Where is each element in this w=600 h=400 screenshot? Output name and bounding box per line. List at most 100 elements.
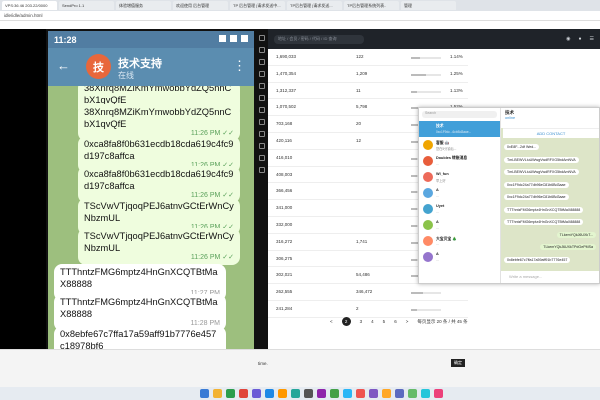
bell-icon[interactable]: ◉ — [566, 36, 570, 42]
chat-name: A — [436, 252, 439, 256]
wifi-icon — [230, 35, 237, 42]
chat-pane-message[interactable]: TTThntzFMG6mptz4HnGnXCQTBtMaX88888 — [504, 219, 584, 225]
taskbar-app-icon[interactable] — [291, 389, 300, 398]
chat-list-item[interactable]: A... — [419, 217, 500, 233]
taskbar-app-icon[interactable] — [421, 389, 430, 398]
admin-header: 地址 / 会员 / 密码 / 代码 / ID 查询 ◉ ● ☰ — [268, 29, 600, 49]
chat-pane-message[interactable]: TmLBEWVLiuUWwgVwdRFXG5bdAmNVA — [504, 169, 579, 175]
chat-pane-message[interactable]: TTThntzFMG6mptz4HnGnXCQTBtMaX88888 — [504, 206, 584, 213]
taskbar-app-icon[interactable] — [304, 389, 313, 398]
sidebar-icon[interactable] — [259, 119, 265, 125]
confirm-button[interactable]: 确定 — [451, 359, 465, 367]
sidebar-icon[interactable] — [259, 155, 265, 161]
sidebar-icon[interactable] — [259, 95, 265, 101]
chat-avatar — [423, 252, 433, 262]
chat-list-item[interactable]: A... — [419, 185, 500, 201]
chat-list-item[interactable]: Doubles 转账消息... — [419, 153, 500, 169]
chat-pane-input[interactable]: Write a message... — [501, 271, 599, 283]
chat-avatar — [423, 204, 433, 214]
pager-page[interactable]: 5 — [383, 319, 386, 324]
sidebar-icon[interactable] — [259, 59, 265, 65]
telegram-desktop-window: Search 技术 0xc1F9dc...6cbBd3aae... 客服 🤖 您在5分… — [418, 107, 600, 284]
chat-list-item[interactable]: 大宝贝宝 🎄... — [419, 233, 500, 249]
chat-pane-message[interactable]: 0xc1F9dc24a77db96eC81b6Bd3aae — [504, 194, 569, 200]
taskbar-app-icon[interactable] — [200, 389, 209, 398]
browser-tab[interactable]: TP后台管理 |请求发送... — [287, 1, 342, 10]
admin-search-input[interactable]: 地址 / 会员 / 密码 / 代码 / ID 查询 — [274, 34, 364, 44]
chat-header: ← 技 技术支持 在线 ⋮ — [48, 48, 254, 86]
row-progress — [411, 292, 441, 295]
pager-current[interactable]: 2 — [341, 317, 351, 326]
add-contact-button[interactable]: ADD CONTACT — [503, 128, 599, 138]
row-rate: 1.14% — [450, 54, 463, 59]
sidebar-icon[interactable] — [259, 47, 265, 53]
avatar[interactable]: 技 — [86, 54, 111, 79]
pager-next[interactable]: > — [406, 319, 409, 324]
sidebar-icon[interactable] — [259, 131, 265, 137]
chat-name: Wl_fun — [436, 172, 449, 176]
chat-pane-message[interactable]: 0xE8F...2df Wed... — [504, 144, 540, 150]
taskbar-app-icon[interactable] — [252, 389, 261, 398]
browser-tab[interactable]: TP后台管理系统列表.. — [344, 1, 399, 10]
taskbar-app-icon[interactable] — [226, 389, 235, 398]
sidebar-icon[interactable] — [259, 107, 265, 113]
pager-prev[interactable]: < — [330, 319, 333, 324]
message-list: 38Xnrq8MZiKmYmwobbYdZQ5nnCbX1qvQfE11:25 … — [48, 86, 254, 386]
pager-page[interactable]: 6 — [394, 319, 397, 324]
chat-pane-message[interactable]: TmLBEWVLiuUWwgVwdRFXG5bdAmNVA — [504, 156, 579, 163]
sidebar-icon[interactable] — [259, 143, 265, 149]
chat-list-item[interactable]: Wl_fun 早上好 — [419, 169, 500, 185]
sidebar-icon[interactable] — [259, 167, 265, 173]
chat-title[interactable]: 技术支持 — [118, 55, 162, 71]
chat-name: Doubles 转账消息 — [436, 156, 468, 160]
row-progress-fill — [411, 90, 417, 93]
chat-list-item[interactable]: Uyet... — [419, 201, 500, 217]
taskbar-app-icon[interactable] — [265, 389, 274, 398]
pager-page[interactable]: 4 — [371, 319, 374, 324]
user-icon[interactable]: ● — [578, 36, 581, 42]
taskbar-app-icon[interactable] — [382, 389, 391, 398]
chat-pane-message[interactable]: 0x8ebfe67c7ffa17a59aff91b7776e457 — [504, 256, 571, 263]
taskbar-app-icon[interactable] — [395, 389, 404, 398]
browser-tab[interactable]: 体验增值服务 — [116, 1, 171, 10]
address-bar[interactable]: idle/idle/admin.html — [0, 11, 600, 21]
taskbar-app-icon[interactable] — [408, 389, 417, 398]
sidebar-icon[interactable] — [259, 71, 265, 77]
chat-list-item[interactable]: A... — [419, 249, 500, 265]
taskbar-app-icon[interactable] — [213, 389, 222, 398]
chat-pane-message[interactable]: TLkemYQkJ6UXkTPdGePMSa — [540, 244, 596, 250]
chat-avatar — [423, 172, 433, 182]
pager-page[interactable]: 3 — [360, 319, 363, 324]
taskbar-app-icon[interactable] — [317, 389, 326, 398]
chat-pane-message[interactable]: 0xc1F9dc24a77db96eC81b6Bd3aae — [504, 181, 569, 188]
taskbar-app-icon[interactable] — [434, 389, 443, 398]
message-bubble[interactable]: TScVwVTjqoqPEJ6atnvGCtErWnCyNbzmUL11:26 … — [78, 228, 240, 265]
row-progress — [411, 57, 441, 59]
sidebar-icon[interactable] — [259, 83, 265, 89]
row-count: 1,741 — [356, 238, 368, 244]
browser-tab[interactable]: VPS:36 46 203.22/0000 — [2, 1, 57, 10]
taskbar-app-icon[interactable] — [369, 389, 378, 398]
row-amount: 408,003 — [276, 171, 293, 177]
status-icons — [219, 35, 248, 42]
back-arrow-icon[interactable]: ← — [57, 58, 70, 73]
chat-list-item[interactable]: 客服 🤖 您在5分钟后... — [419, 137, 500, 153]
chat-avatar — [423, 140, 433, 150]
more-menu-icon[interactable]: ⋮ — [233, 58, 246, 74]
taskbar-app-icon[interactable] — [343, 389, 352, 398]
chat-list-item[interactable]: 技术 0xc1F9dc...6cbBd3aae... — [419, 121, 500, 137]
browser-tab[interactable]: TP 后台管理 |请求发送中... — [230, 1, 285, 10]
row-amount: 302,021 — [276, 272, 293, 278]
chat-search-input[interactable]: Search — [422, 111, 497, 118]
browser-tab[interactable]: 管理 — [401, 1, 456, 10]
taskbar-app-icon[interactable] — [278, 389, 287, 398]
chat-pane-message[interactable]: TLkemYQkJ6UXkT... — [556, 231, 596, 238]
menu-icon[interactable]: ☰ — [590, 36, 594, 42]
chat-preview: 0xc1F9dc...6cbBd3aae... — [436, 130, 472, 134]
taskbar-app-icon[interactable] — [356, 389, 365, 398]
taskbar-app-icon[interactable] — [239, 389, 248, 398]
browser-tab[interactable]: 欢迎使用 后台管理 — [173, 1, 228, 10]
browser-tab[interactable]: SendPro 1.1 — [59, 1, 114, 10]
taskbar-app-icon[interactable] — [330, 389, 339, 398]
sidebar-icon[interactable] — [259, 35, 265, 41]
